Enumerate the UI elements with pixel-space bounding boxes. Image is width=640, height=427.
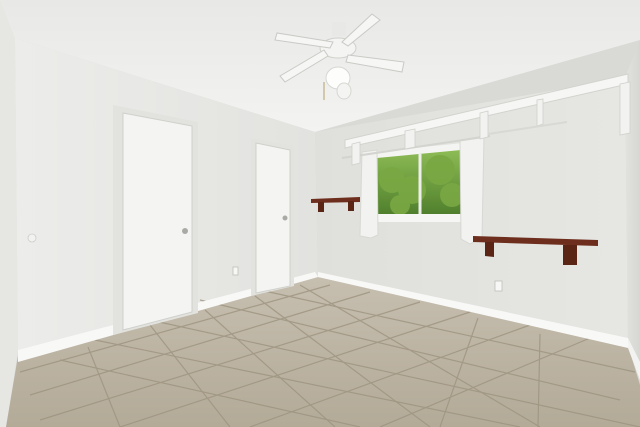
wood-shelf-small-bracket-b xyxy=(348,201,354,211)
curtain-right xyxy=(459,135,485,245)
wood-shelf-large-bracket-b xyxy=(563,245,577,265)
wood-shelf-small-bracket-a xyxy=(318,202,324,212)
fan-light-bottom xyxy=(336,82,352,100)
door-stop xyxy=(27,233,37,243)
fan-mount xyxy=(332,22,346,36)
room-photo xyxy=(0,0,640,427)
door-knob-2[interactable] xyxy=(282,215,288,221)
window-sill xyxy=(372,214,464,222)
curtain-left xyxy=(359,149,379,239)
door-knob-1[interactable] xyxy=(182,228,188,234)
outlet-left xyxy=(232,266,239,276)
wood-shelf-large-bracket-a xyxy=(485,242,494,257)
outlet-back xyxy=(494,280,503,292)
closet-door-1[interactable] xyxy=(122,112,193,331)
